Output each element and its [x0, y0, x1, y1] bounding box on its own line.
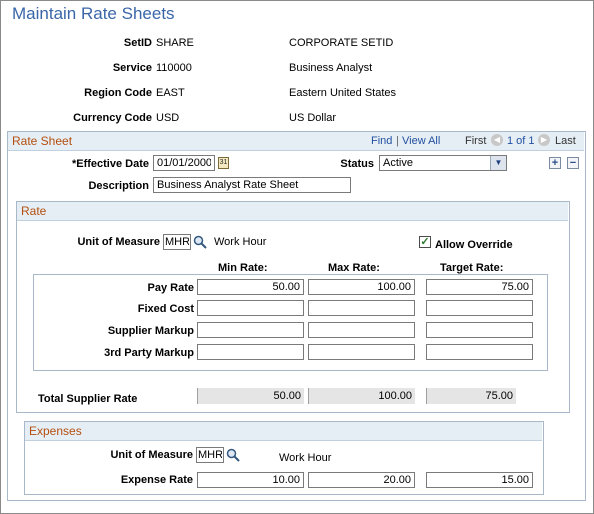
supplier-markup-target-input[interactable] [426, 322, 533, 338]
col-target-rate: Target Rate: [440, 262, 504, 274]
supplier-markup-label: Supplier Markup [107, 325, 194, 337]
setid-value: SHARE [156, 37, 194, 49]
arrow-left-icon[interactable]: ◀ [491, 134, 503, 146]
expenses-header: Expenses [25, 422, 542, 441]
pay-rate-min-input[interactable] [197, 279, 304, 295]
third-party-markup-label: 3rd Party Markup [104, 347, 194, 359]
expense-rate-min-input[interactable] [197, 472, 304, 488]
service-value: 110000 [156, 62, 192, 74]
rate-header: Rate [17, 202, 568, 221]
third-party-markup-target-input[interactable] [426, 344, 533, 360]
row-range: 1 of 1 [507, 135, 535, 147]
currency-code-value: USD [156, 112, 180, 124]
third-party-markup-max-input[interactable] [308, 344, 415, 360]
expenses-uom-label: Unit of Measure [110, 449, 193, 461]
service-desc: Business Analyst [289, 62, 373, 74]
setid-desc: CORPORATE SETID [289, 37, 394, 49]
last-link[interactable]: Last [555, 135, 576, 147]
rate-uom-label: Unit of Measure [77, 236, 160, 248]
status-value: Active [383, 157, 413, 169]
first-link[interactable]: First [465, 135, 486, 147]
total-min-value: 50.00 [197, 388, 304, 404]
status-select[interactable]: Active ▼ [379, 155, 507, 171]
expense-rate-target-input[interactable] [426, 472, 533, 488]
allow-override-checkbox[interactable]: ✓ [419, 236, 431, 248]
page-title: Maintain Rate Sheets [12, 4, 175, 23]
rate-uom-desc: Work Hour [214, 236, 267, 248]
add-row-button[interactable]: + [549, 157, 561, 169]
nav-separator: | [396, 135, 399, 147]
region-code-desc: Eastern United States [289, 87, 397, 99]
effective-date-input[interactable] [153, 155, 215, 171]
service-label: Service [112, 62, 152, 74]
magnifier-icon[interactable] [193, 235, 207, 249]
setid-label: SetID [123, 37, 152, 49]
region-code-value: EAST [156, 87, 185, 99]
total-supplier-rate-label: Total Supplier Rate [38, 393, 138, 405]
third-party-markup-min-input[interactable] [197, 344, 304, 360]
allow-override-label: Allow Override [435, 239, 513, 251]
pay-rate-target-input[interactable] [426, 279, 533, 295]
total-max-value: 100.00 [308, 388, 415, 404]
supplier-markup-max-input[interactable] [308, 322, 415, 338]
pay-rate-max-input[interactable] [308, 279, 415, 295]
rate-uom-input[interactable] [163, 234, 191, 250]
expenses-uom-input[interactable] [196, 447, 224, 463]
pay-rate-label: Pay Rate [147, 282, 194, 294]
description-label: Description [88, 180, 149, 192]
currency-code-label: Currency Code [73, 112, 152, 124]
currency-code-desc: US Dollar [289, 112, 337, 124]
expense-rate-max-input[interactable] [308, 472, 415, 488]
status-label: Status [340, 158, 374, 170]
expenses-uom-desc: Work Hour [279, 452, 332, 464]
col-min-rate: Min Rate: [218, 262, 268, 274]
col-max-rate: Max Rate: [328, 262, 380, 274]
fixed-cost-max-input[interactable] [308, 300, 415, 316]
remove-row-button[interactable]: − [567, 157, 579, 169]
chevron-down-icon[interactable]: ▼ [490, 156, 506, 170]
supplier-markup-min-input[interactable] [197, 322, 304, 338]
calendar-icon[interactable]: 31 [218, 157, 229, 169]
view-all-link[interactable]: View All [402, 135, 440, 147]
effective-date-label: *Effective Date [71, 158, 149, 170]
region-code-label: Region Code [84, 87, 152, 99]
arrow-right-icon[interactable]: ▶ [538, 134, 550, 146]
find-link[interactable]: Find [371, 135, 392, 147]
total-target-value: 75.00 [426, 388, 516, 404]
expense-rate-label: Expense Rate [120, 474, 193, 486]
magnifier-icon[interactable] [226, 448, 240, 462]
fixed-cost-label: Fixed Cost [137, 303, 194, 315]
fixed-cost-min-input[interactable] [197, 300, 304, 316]
fixed-cost-target-input[interactable] [426, 300, 533, 316]
description-input[interactable] [153, 177, 351, 193]
